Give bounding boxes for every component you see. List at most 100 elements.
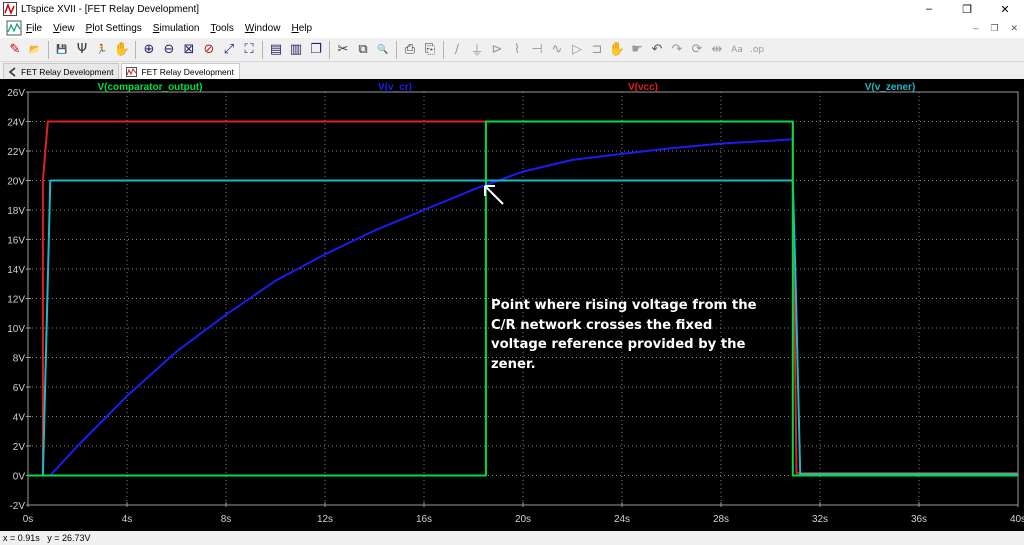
menu-help[interactable]: Help (291, 23, 312, 34)
autorange-icon[interactable]: ⤢ (220, 41, 238, 59)
capacitor-icon[interactable]: ⊣ (528, 41, 546, 59)
waveform-doc-icon[interactable] (6, 20, 22, 36)
cascade-icon[interactable]: ❐ (307, 41, 325, 59)
mdi-close-button[interactable]: ✕ (1010, 23, 1018, 34)
print-setup-icon[interactable]: ⎘ (421, 41, 439, 59)
mdi-minimize-button[interactable]: – (973, 23, 978, 33)
x-tick-label: 36s (911, 514, 927, 525)
y-tick-label: 10V (7, 324, 25, 335)
antenna-icon[interactable]: Ψ (73, 41, 91, 59)
legend-label-1: V(v_cr) (378, 82, 412, 93)
minimize-button[interactable]: – (910, 0, 948, 18)
window-title: LTspice XVII - [FET Relay Development] (21, 3, 200, 15)
y-tick-label: 14V (7, 265, 25, 276)
legend-label-2: V(vcc) (628, 82, 658, 93)
toolbar-separator (329, 40, 330, 59)
undo-icon[interactable]: ↶ (648, 41, 666, 59)
save-icon[interactable]: 💾 (53, 41, 71, 59)
text-icon[interactable]: Aa (728, 41, 746, 59)
y-tick-label: -2V (9, 501, 25, 512)
ltspice-app-icon (3, 2, 17, 16)
inductor-icon[interactable]: ∿ (548, 41, 566, 59)
x-tick-label: 0s (23, 514, 34, 525)
menu-window[interactable]: Window (245, 23, 281, 34)
y-tick-label: 18V (7, 206, 25, 217)
waveform-plot[interactable]: -2V 0V 2V 4V 6V 8V 10V 12V 14V 16V 18V 20V 22V 24V 26V… (0, 79, 1024, 531)
schematic-icon (8, 66, 16, 77)
run-icon[interactable]: 🏃 (93, 41, 111, 59)
x-tick-label: 4s (122, 514, 133, 525)
fit-icon[interactable]: ⛶ (240, 41, 258, 59)
ltspice-window: LTspice XVII - [FET Relay Development] –… (0, 0, 1024, 545)
move-icon[interactable]: ✋ (608, 41, 626, 59)
annotation-text: Point where rising voltage from the C/R … (491, 298, 757, 372)
x-tick-label: 8s (221, 514, 232, 525)
y-tick-label: 20V (7, 177, 25, 188)
tab-waveform[interactable]: FET Relay Development (121, 63, 240, 79)
tab-bar: FET Relay Development FET Relay Developm… (0, 62, 1024, 79)
y-tick-label: 6V (13, 383, 26, 394)
x-tick-label: 28s (713, 514, 729, 525)
x-tick-label: 12s (317, 514, 333, 525)
rotate-icon[interactable]: ⟳ (688, 41, 706, 59)
x-tick-label: 20s (515, 514, 531, 525)
menu-plot-settings[interactable]: Plot Settings (86, 23, 142, 34)
copy-icon[interactable]: ⧉ (354, 41, 372, 59)
legend-label-3: V(v_zener) (865, 82, 916, 93)
mirror-icon[interactable]: ⇹ (708, 41, 726, 59)
toolbar-separator (48, 40, 49, 59)
tab-schematic[interactable]: FET Relay Development (3, 63, 120, 79)
legend-label-0: V(comparator_output) (98, 82, 203, 93)
redo-icon[interactable]: ↷ (668, 41, 686, 59)
toolbar: ✎ 📂 💾 Ψ 🏃 ✋ ⊕ ⊖ ⊠ ⊘ ⤢ ⛶ ▤ ▥ ❐ ✂ ⧉ 🔍 ⎙ ⎘ ∕ ⏚ ⊳ ⌇ ⊣ ∿ ▷ ⊐ ✋ ☛ ↶ ↷ ⟳ ⇹ Aa .op (0, 38, 1024, 62)
find-icon[interactable]: 🔍 (374, 41, 392, 59)
tile-horizontal-icon[interactable]: ▥ (287, 41, 305, 59)
tile-vertical-icon[interactable]: ▤ (267, 41, 285, 59)
tab-label: FET Relay Development (21, 66, 114, 77)
wire-icon[interactable]: ∕ (448, 41, 466, 59)
drag-icon[interactable]: ☛ (628, 41, 646, 59)
x-tick-label: 16s (416, 514, 432, 525)
label-icon[interactable]: ⊳ (488, 41, 506, 59)
diode-icon[interactable]: ▷ (568, 41, 586, 59)
zoom-cancel-icon[interactable]: ⊘ (200, 41, 218, 59)
menu-simulation[interactable]: Simulation (153, 23, 200, 34)
x-tick-label: 40s (1010, 514, 1024, 525)
x-tick-label: 32s (812, 514, 828, 525)
menu-tools[interactable]: Tools (211, 23, 234, 34)
mdi-restore-button[interactable]: ❐ (990, 23, 998, 34)
cursor-readout: x = 0.91s y = 26.73V (3, 533, 91, 543)
tab-label: FET Relay Development (141, 66, 234, 77)
y-tick-label: 16V (7, 236, 25, 247)
pan-hand-icon[interactable]: ✋ (113, 41, 131, 59)
menu-view[interactable]: View (53, 23, 75, 34)
mdi-controls: – ❐ ✕ (973, 18, 1018, 38)
maximize-button[interactable]: ❐ (948, 0, 986, 18)
y-tick-label: 24V (7, 118, 25, 129)
menu-file[interactable]: File (26, 23, 42, 34)
y-tick-label: 22V (7, 147, 25, 158)
waveform-icon (126, 66, 138, 77)
y-tick-label: 12V (7, 295, 25, 306)
cut-icon[interactable]: ✂ (334, 41, 352, 59)
x-tick-label: 24s (614, 514, 630, 525)
zoom-rect-icon[interactable]: ⊠ (180, 41, 198, 59)
component-icon[interactable]: ⊐ (588, 41, 606, 59)
toolbar-separator (262, 40, 263, 59)
open-icon[interactable]: 📂 (26, 41, 44, 59)
y-tick-label: 0V (13, 472, 26, 483)
zoom-in-icon[interactable]: ⊕ (140, 41, 158, 59)
y-tick-label: 4V (13, 413, 26, 424)
toolbar-separator (135, 40, 136, 59)
print-icon[interactable]: ⎙ (401, 41, 419, 59)
control-panel-icon[interactable]: ✎ (6, 41, 24, 59)
ground-icon[interactable]: ⏚ (468, 41, 486, 59)
resistor-icon[interactable]: ⌇ (508, 41, 526, 59)
close-button[interactable]: ✕ (986, 0, 1024, 18)
title-bar: LTspice XVII - [FET Relay Development] –… (0, 0, 1024, 18)
spice-directive-icon[interactable]: .op (748, 41, 766, 59)
zoom-out-icon[interactable]: ⊖ (160, 41, 178, 59)
annotation-arrow (485, 186, 504, 205)
menu-bar: File View Plot Settings Simulation Tools… (0, 18, 1024, 38)
y-tick-label: 2V (13, 442, 26, 453)
